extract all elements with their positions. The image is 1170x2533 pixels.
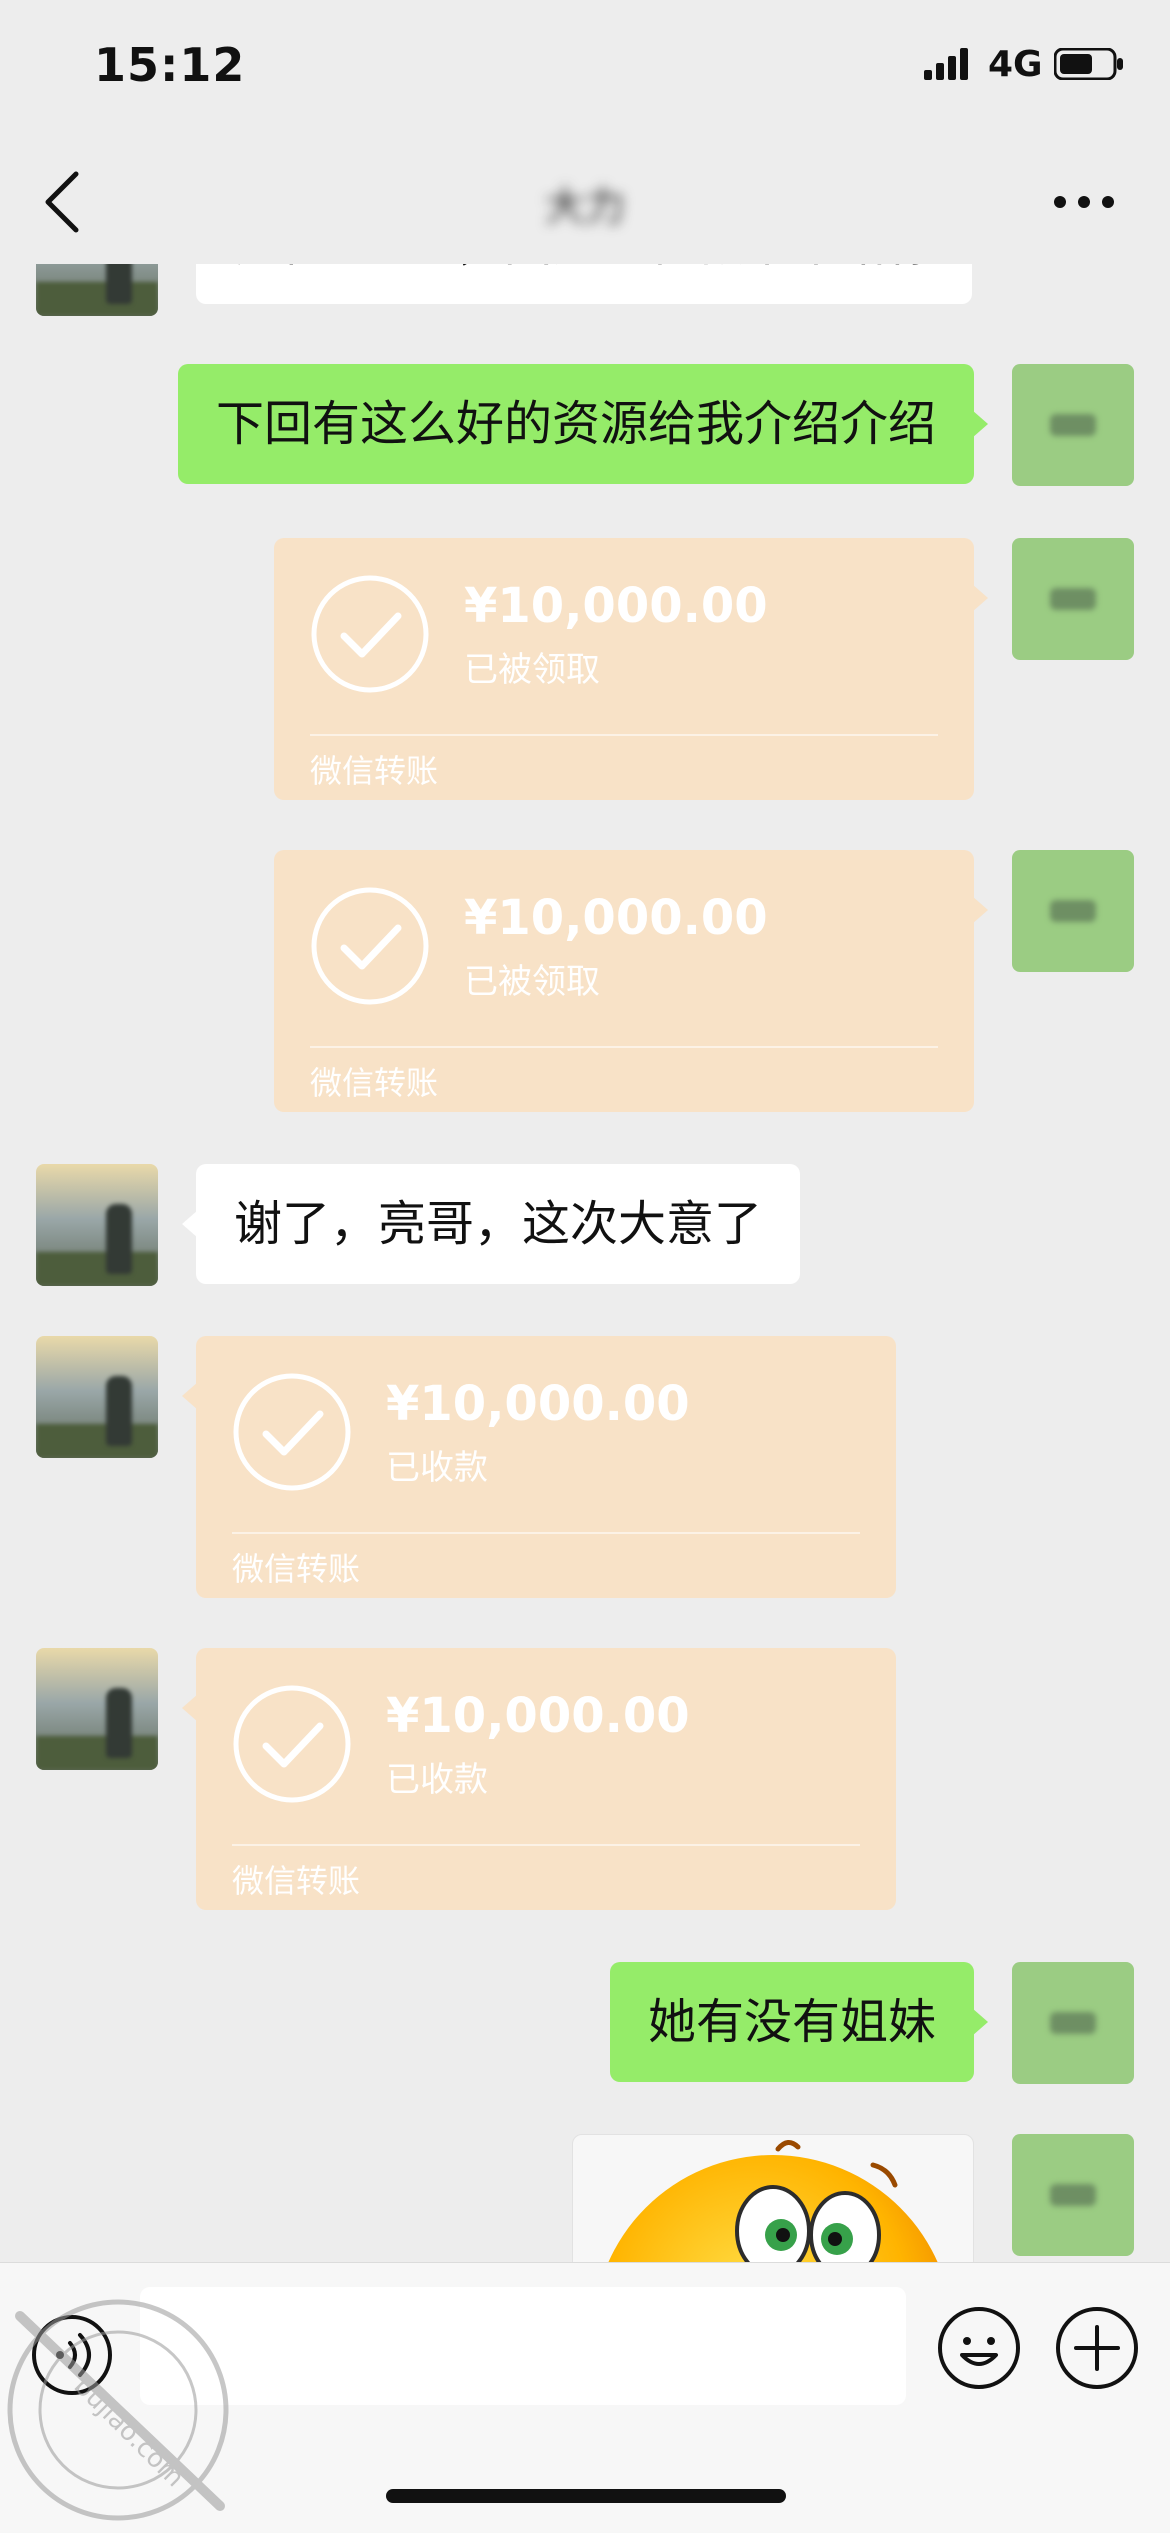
check-circle-icon: [311, 887, 429, 1005]
my-avatar[interactable]: [1012, 2134, 1134, 2256]
transfer-label: 微信转账: [232, 1862, 361, 1900]
my-avatar[interactable]: [1012, 364, 1134, 486]
chat-header: 大力: [0, 140, 1170, 264]
chat-messages[interactable]: 充值2W吧，回头工程款下来给你 下回有这么好的资源给我介绍介绍 ¥10,000.…: [0, 264, 1170, 2262]
emoji-icon[interactable]: [936, 2305, 1022, 2391]
voice-input-icon[interactable]: [30, 2313, 114, 2397]
contact-avatar[interactable]: [36, 1164, 158, 1286]
contact-avatar[interactable]: [36, 264, 158, 316]
network-type: 4G: [988, 44, 1043, 85]
transfer-status: 已被领取: [464, 962, 600, 1002]
contact-avatar[interactable]: [36, 1336, 158, 1458]
signal-icon: [924, 48, 968, 80]
transfer-divider: [310, 1046, 938, 1048]
transfer-divider: [232, 1532, 860, 1534]
status-time: 15:12: [94, 38, 246, 92]
transfer-status: 已被领取: [464, 650, 600, 690]
check-circle-icon: [311, 575, 429, 693]
check-circle-icon: [233, 1685, 351, 1803]
chat-title: 大力: [545, 184, 625, 230]
message-incoming-partial[interactable]: 充值2W吧，回头工程款下来给你: [196, 264, 972, 304]
my-avatar[interactable]: [1012, 850, 1134, 972]
transfer-card-incoming[interactable]: ¥10,000.00 已收款 微信转账: [182, 1336, 896, 1598]
transfer-card-outgoing[interactable]: ¥10,000.00 已被领取 微信转账: [274, 538, 988, 800]
my-avatar[interactable]: [1012, 1962, 1134, 2084]
transfer-amount: ¥10,000.00: [386, 1688, 690, 1744]
transfer-label: 微信转账: [310, 1064, 439, 1102]
message-incoming[interactable]: 谢了，亮哥，这次大意了: [181, 1164, 801, 1284]
transfer-divider: [232, 1844, 860, 1846]
message-outgoing[interactable]: 下回有这么好的资源给我介绍介绍: [178, 364, 989, 484]
more-options-icon[interactable]: [1048, 176, 1120, 228]
input-bar: [0, 2262, 1170, 2533]
message-outgoing[interactable]: 她有没有姐妹: [610, 1962, 989, 2082]
transfer-label: 微信转账: [232, 1550, 361, 1588]
message-input[interactable]: [140, 2287, 906, 2405]
home-indicator[interactable]: [386, 2489, 786, 2503]
sticker-message[interactable]: [572, 2134, 974, 2262]
contact-avatar[interactable]: [36, 1648, 158, 1770]
transfer-label: 微信转账: [310, 752, 439, 790]
transfer-status: 已收款: [386, 1760, 488, 1800]
transfer-amount: ¥10,000.00: [464, 890, 768, 946]
transfer-divider: [310, 734, 938, 736]
battery-icon: [1054, 48, 1123, 80]
transfer-amount: ¥10,000.00: [386, 1376, 690, 1432]
status-bar: 15:12 4G: [0, 0, 1170, 140]
back-arrow-icon[interactable]: [36, 168, 92, 236]
check-circle-icon: [233, 1373, 351, 1491]
transfer-card-outgoing[interactable]: ¥10,000.00 已被领取 微信转账: [274, 850, 988, 1112]
my-avatar[interactable]: [1012, 538, 1134, 660]
transfer-card-incoming[interactable]: ¥10,000.00 已收款 微信转账: [182, 1648, 896, 1910]
smiley-sticker-icon: [608, 2140, 938, 2262]
plus-icon[interactable]: [1054, 2305, 1140, 2391]
transfer-amount: ¥10,000.00: [464, 578, 768, 634]
transfer-status: 已收款: [386, 1448, 488, 1488]
